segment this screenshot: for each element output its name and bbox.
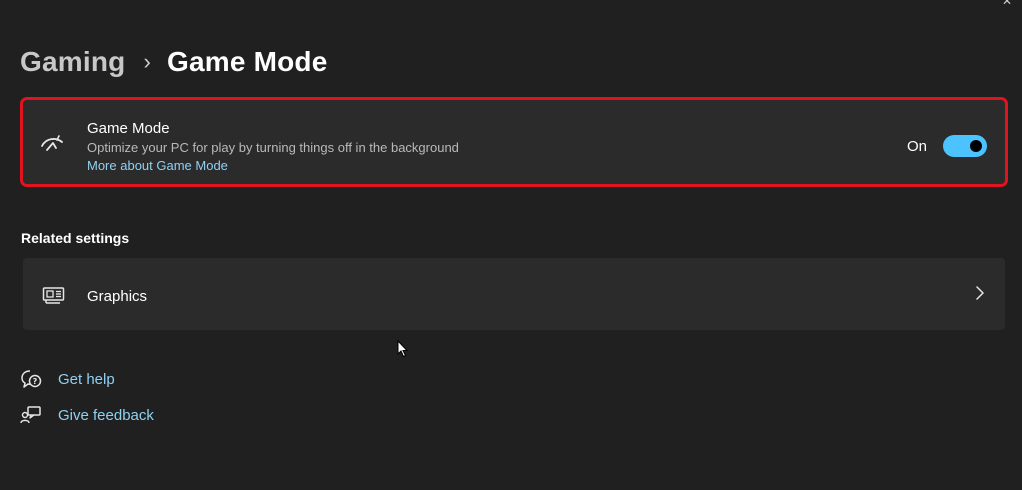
mouse-cursor-icon [397, 340, 409, 358]
toggle-state-label: On [907, 138, 928, 155]
page-title: Game Mode [166, 46, 328, 77]
related-settings-heading: Related settings [21, 230, 130, 246]
give-feedback-label: Give feedback [58, 406, 154, 424]
feedback-icon [20, 406, 41, 424]
chevron-right-icon [976, 286, 984, 300]
game-mode-toggle[interactable] [943, 135, 987, 157]
game-mode-title: Game Mode [87, 120, 170, 137]
breadcrumb-chevron-icon: › [143, 49, 151, 74]
help-icon: ? [21, 370, 42, 388]
game-mode-description: Optimize your PC for play by turning thi… [87, 140, 459, 155]
graphics-label: Graphics [87, 288, 148, 305]
graphics-settings-card[interactable]: Graphics [23, 258, 1005, 330]
svg-text:?: ? [33, 377, 38, 386]
breadcrumb-gaming[interactable]: Gaming [20, 46, 125, 78]
game-mode-card: Game Mode Optimize your PC for play by t… [20, 97, 1008, 187]
maximize-icon[interactable]: ▔ [959, 0, 968, 8]
give-feedback-link[interactable]: Give feedback [20, 405, 154, 425]
window-controls: ▔ ✕ [959, 0, 1012, 8]
close-icon[interactable]: ✕ [1002, 0, 1012, 8]
game-mode-icon [41, 135, 63, 151]
get-help-label: Get help [58, 370, 115, 388]
toggle-knob [970, 140, 982, 152]
get-help-link[interactable]: ? Get help [20, 369, 115, 389]
graphics-card-icon [42, 287, 65, 304]
breadcrumb: Gaming › Game Mode [20, 40, 327, 84]
more-about-game-mode-link[interactable]: More about Game Mode [87, 158, 228, 173]
